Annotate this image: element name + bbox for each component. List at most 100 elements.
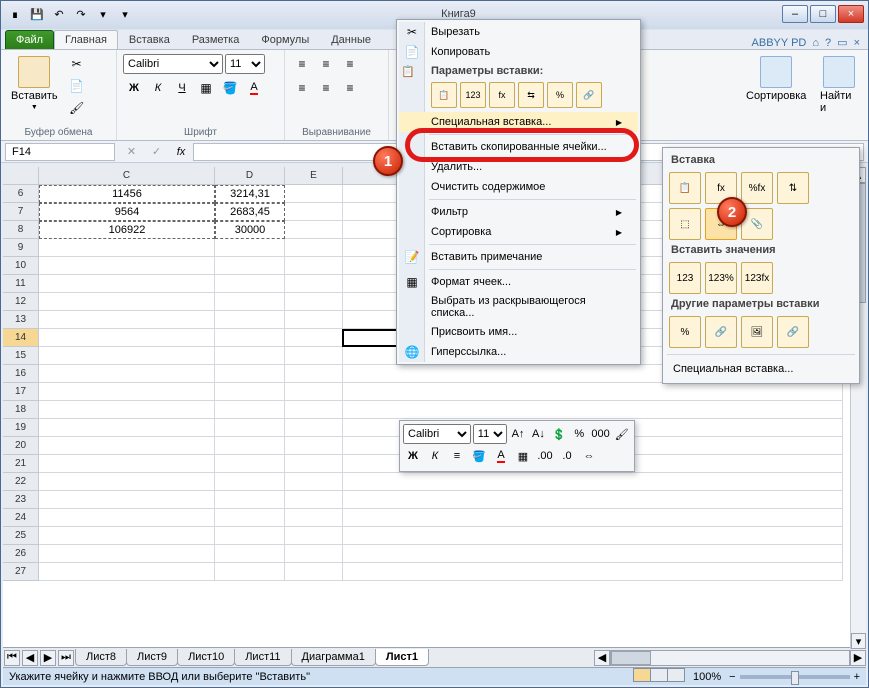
ctx-insert-cells[interactable]: Вставить скопированные ячейки... — [399, 137, 638, 157]
minimize-button[interactable]: – — [782, 5, 808, 23]
cell[interactable] — [39, 311, 215, 329]
row-header[interactable]: 23 — [3, 491, 39, 509]
cell[interactable] — [215, 563, 285, 581]
cell[interactable]: 11456 — [39, 185, 215, 203]
fill-color-button[interactable]: 🪣 — [219, 78, 241, 98]
cell[interactable] — [215, 347, 285, 365]
cut-icon[interactable]: ✂ — [66, 54, 88, 74]
cell[interactable] — [343, 545, 843, 563]
font-name-select[interactable]: Calibri — [123, 54, 223, 74]
paste-all-icon[interactable]: 📋 — [431, 82, 457, 108]
cell[interactable] — [215, 527, 285, 545]
cell[interactable] — [39, 563, 215, 581]
tab-nav-last[interactable]: ⏭ — [58, 650, 74, 666]
mini-font-size[interactable]: 11 — [473, 424, 507, 444]
cell[interactable] — [343, 527, 843, 545]
hscroll-right[interactable]: ▶ — [850, 650, 866, 666]
cell[interactable] — [285, 437, 343, 455]
row-header[interactable]: 17 — [3, 383, 39, 401]
ctx-copy[interactable]: 📄Копировать — [399, 42, 638, 62]
sheet-tab[interactable]: Лист9 — [126, 649, 178, 666]
cell[interactable] — [39, 383, 215, 401]
paste-transpose-icon[interactable]: ⇆ — [518, 82, 544, 108]
cell[interactable] — [39, 455, 215, 473]
cell[interactable] — [343, 401, 843, 419]
mini-fill[interactable]: 🪣 — [469, 446, 489, 466]
cell[interactable] — [39, 509, 215, 527]
help-icon[interactable]: ? — [825, 37, 831, 49]
enter-icon[interactable]: ✓ — [152, 145, 161, 158]
mini-border[interactable]: ▦ — [513, 446, 533, 466]
view-layout[interactable] — [650, 668, 668, 682]
cell[interactable]: 9564 — [39, 203, 215, 221]
sheet-tab[interactable]: Лист10 — [177, 649, 235, 666]
cell[interactable] — [343, 383, 843, 401]
ctx-pick-from-list[interactable]: Выбрать из раскрывающегося списка... — [399, 292, 638, 322]
cell[interactable] — [215, 491, 285, 509]
mini-bold[interactable]: Ж — [403, 446, 423, 466]
paste-formulas-icon[interactable]: fx — [489, 82, 515, 108]
cell[interactable] — [285, 419, 343, 437]
ctx-clear[interactable]: Очистить содержимое — [399, 177, 638, 197]
qat-customize[interactable]: ▾ — [115, 4, 135, 24]
cell[interactable] — [215, 311, 285, 329]
cell[interactable] — [215, 293, 285, 311]
cell[interactable] — [285, 455, 343, 473]
zoom-in[interactable]: + — [854, 671, 860, 683]
cell[interactable] — [215, 383, 285, 401]
mini-italic[interactable]: К — [425, 446, 445, 466]
sub-paste-values-num[interactable]: 123% — [705, 262, 737, 294]
cell[interactable] — [285, 185, 343, 203]
mini-font-color[interactable]: А — [491, 446, 511, 466]
save-button[interactable]: 💾 — [27, 4, 47, 24]
cell[interactable] — [39, 293, 215, 311]
sheet-tab-active[interactable]: Лист1 — [375, 649, 429, 666]
cell[interactable] — [39, 257, 215, 275]
cell[interactable] — [39, 401, 215, 419]
cell[interactable] — [215, 437, 285, 455]
cell[interactable] — [215, 455, 285, 473]
cell[interactable] — [285, 545, 343, 563]
row-header[interactable]: 25 — [3, 527, 39, 545]
tab-nav-first[interactable]: ⏮ — [4, 650, 20, 666]
mini-dec-dec[interactable]: .0 — [557, 446, 577, 466]
cell[interactable] — [215, 419, 285, 437]
cell[interactable] — [285, 365, 343, 383]
paste-values-icon[interactable]: 123 — [460, 82, 486, 108]
paste-format-icon[interactable]: % — [547, 82, 573, 108]
cell[interactable] — [39, 419, 215, 437]
cell[interactable] — [215, 509, 285, 527]
cell[interactable] — [39, 491, 215, 509]
home-icon[interactable]: ⌂ — [812, 37, 819, 49]
cell[interactable] — [39, 437, 215, 455]
align-mid-icon[interactable]: ≡ — [315, 54, 337, 74]
cell[interactable] — [215, 545, 285, 563]
sheet-tab[interactable]: Диаграмма1 — [291, 649, 376, 666]
cell[interactable] — [39, 545, 215, 563]
row-header[interactable]: 26 — [3, 545, 39, 563]
border-button[interactable]: ▦ — [195, 78, 217, 98]
row-header[interactable]: 14 — [3, 329, 39, 347]
cell[interactable] — [285, 401, 343, 419]
row-header[interactable]: 11 — [3, 275, 39, 293]
row-header[interactable]: 13 — [3, 311, 39, 329]
print-button[interactable]: ▾ — [93, 4, 113, 24]
cell[interactable]: 3214,31 — [215, 185, 285, 203]
mini-format-painter[interactable]: 🖌 — [613, 424, 631, 444]
ctx-delete[interactable]: Удалить... — [399, 157, 638, 177]
cell[interactable] — [39, 275, 215, 293]
cell[interactable] — [343, 509, 843, 527]
ctx-sort[interactable]: Сортировка▶ — [399, 222, 638, 242]
cell[interactable] — [343, 473, 843, 491]
cell[interactable] — [215, 401, 285, 419]
row-header[interactable]: 8 — [3, 221, 39, 239]
select-all-corner[interactable] — [3, 167, 39, 185]
copy-icon[interactable]: 📄 — [66, 76, 88, 96]
cell[interactable] — [215, 239, 285, 257]
font-size-select[interactable]: 11 — [225, 54, 265, 74]
format-painter-icon[interactable]: 🖌 — [66, 98, 88, 118]
paste-link-icon[interactable]: 🔗 — [576, 82, 602, 108]
row-header[interactable]: 10 — [3, 257, 39, 275]
cell[interactable] — [285, 311, 343, 329]
sub-paste-formulas-num[interactable]: %fx — [741, 172, 773, 204]
